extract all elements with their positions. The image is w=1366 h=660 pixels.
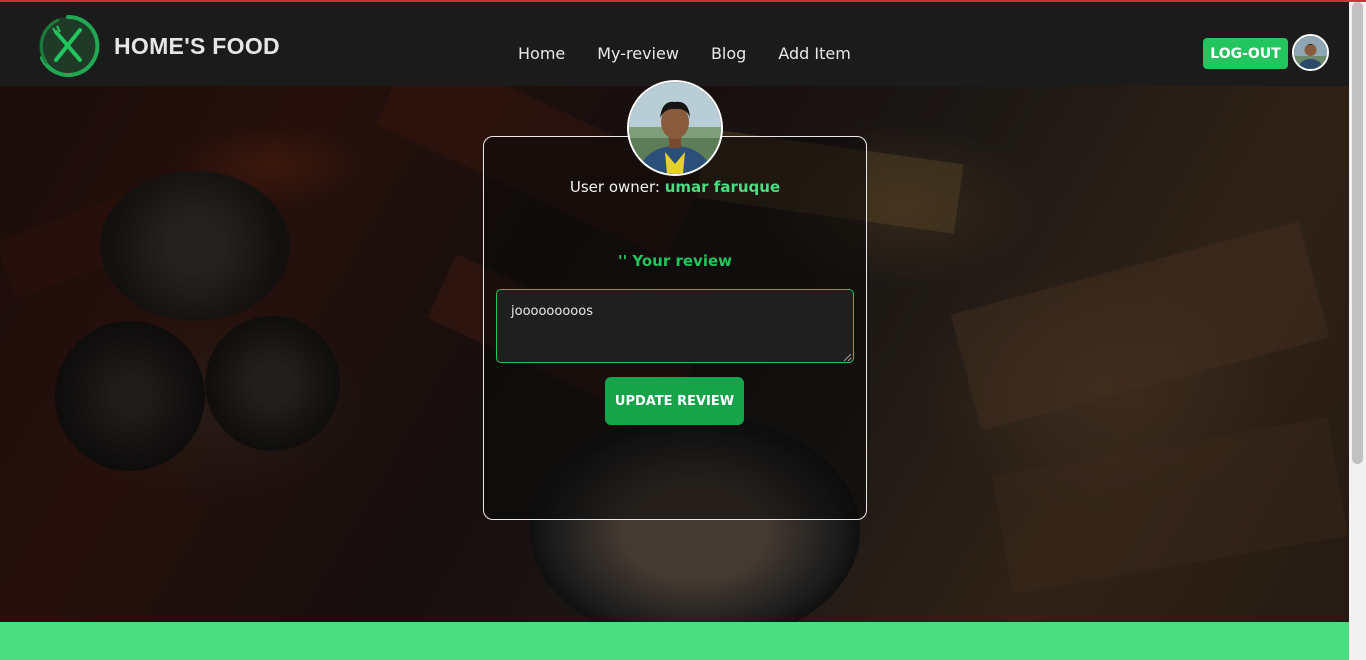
user-avatar[interactable] xyxy=(1292,34,1329,71)
navbar: HOME'S FOOD Home My-review Blog Add Item… xyxy=(0,2,1349,86)
owner-photo xyxy=(629,82,721,174)
update-review-button[interactable]: UPDATE REVIEW xyxy=(605,377,744,425)
user-photo xyxy=(1294,36,1327,69)
nav-home[interactable]: Home xyxy=(518,44,565,63)
resize-grip-icon[interactable] xyxy=(842,352,852,362)
nav-blog[interactable]: Blog xyxy=(711,44,746,63)
page-scrollbar[interactable] xyxy=(1349,2,1366,660)
owner-name: umar faruque xyxy=(664,178,781,196)
review-heading: '' Your review xyxy=(617,252,733,270)
scrollbar-thumb[interactable] xyxy=(1352,2,1363,464)
brand[interactable]: HOME'S FOOD xyxy=(36,14,280,78)
review-textarea[interactable]: jooooooooos xyxy=(496,289,854,363)
brand-title: HOME'S FOOD xyxy=(114,32,280,59)
nav-add-item[interactable]: Add Item xyxy=(778,44,850,63)
fork-knife-icon xyxy=(39,14,100,77)
owner-label: User owner: xyxy=(569,178,660,196)
owner-avatar xyxy=(627,80,723,176)
footer xyxy=(0,622,1349,660)
owner-line: User owner: umar faruque xyxy=(483,178,867,196)
main-nav: Home My-review Blog Add Item xyxy=(518,44,851,63)
nav-my-review[interactable]: My-review xyxy=(597,44,679,63)
logout-button[interactable]: LOG-OUT xyxy=(1203,38,1288,69)
